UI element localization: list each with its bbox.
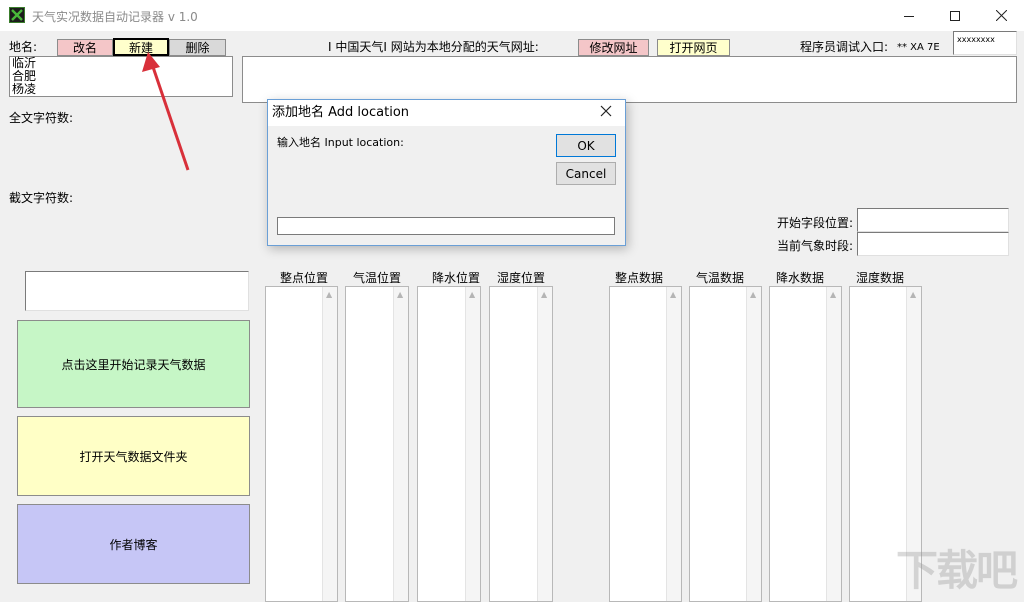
cut-text-count-label: 截文字符数: (9, 191, 74, 205)
scroll-up-icon[interactable]: ▲ (910, 290, 916, 299)
weather-url-label: I 中国天气I 网站为本地分配的天气网址: (328, 40, 539, 54)
close-icon (995, 10, 1007, 21)
debug-input-value: xxxxxxxx (957, 35, 995, 44)
close-button[interactable] (978, 0, 1024, 31)
current-period-input[interactable] (857, 232, 1009, 256)
hour-position-list[interactable]: ▲ (265, 286, 338, 602)
author-blog-button[interactable]: 作者博客 (17, 504, 250, 584)
debug-input[interactable]: xxxxxxxx (953, 31, 1017, 55)
precipitation-data-list[interactable]: ▲ (769, 286, 842, 602)
dialog-close-button[interactable] (600, 105, 612, 120)
temperature-data-list[interactable]: ▲ (689, 286, 762, 602)
column-header: 整点数据 (615, 271, 664, 285)
scroll-up-icon[interactable]: ▲ (541, 290, 547, 299)
column-header: 湿度数据 (856, 271, 905, 285)
scrollbar[interactable]: ▲ (537, 287, 552, 601)
rename-button[interactable]: 改名 (57, 39, 113, 56)
close-icon (600, 105, 612, 117)
column-header: 气温数据 (696, 271, 745, 285)
cancel-button[interactable]: Cancel (556, 162, 616, 185)
scrollbar[interactable]: ▲ (746, 287, 761, 601)
scrollbar[interactable]: ▲ (666, 287, 681, 601)
minimize-icon (904, 15, 914, 17)
precipitation-position-list[interactable]: ▲ (417, 286, 481, 602)
add-location-dialog: 添加地名 Add location 输入地名 Input location: O… (267, 99, 626, 246)
scroll-up-icon[interactable]: ▲ (750, 290, 756, 299)
dialog-title: 添加地名 Add location (272, 105, 410, 120)
annotation-arrow-icon (142, 52, 190, 171)
scroll-up-icon[interactable]: ▲ (326, 290, 332, 299)
location-input[interactable] (277, 217, 615, 235)
open-folder-button[interactable]: 打开天气数据文件夹 (17, 416, 250, 496)
app-icon (9, 7, 25, 23)
start-field-position-label: 开始字段位置: (777, 216, 854, 230)
scroll-up-icon[interactable]: ▲ (469, 290, 475, 299)
edit-url-button[interactable]: 修改网址 (578, 39, 649, 56)
column-header: 降水位置 (432, 271, 481, 285)
dialog-prompt: 输入地名 Input location: (277, 136, 404, 149)
watermark-logo: 下载吧 (895, 546, 1018, 595)
column-header: 整点位置 (280, 271, 329, 285)
start-field-position-input[interactable] (857, 208, 1009, 232)
scrollbar[interactable]: ▲ (826, 287, 841, 601)
minimize-button[interactable] (886, 0, 932, 31)
current-period-label: 当前气象时段: (777, 239, 854, 253)
window-title: 天气实况数据自动记录器 v 1.0 (32, 10, 198, 24)
maximize-button[interactable] (932, 0, 978, 31)
column-header: 降水数据 (776, 271, 825, 285)
place-label: 地名: (9, 40, 38, 54)
ok-button[interactable]: OK (556, 134, 616, 157)
open-page-button[interactable]: 打开网页 (657, 39, 730, 56)
column-header: 湿度位置 (497, 271, 546, 285)
debug-label: 程序员调试入口: (800, 40, 889, 54)
scrollbar[interactable]: ▲ (322, 287, 337, 601)
scroll-up-icon[interactable]: ▲ (830, 290, 836, 299)
maximize-icon (950, 10, 960, 21)
debug-value: ** XA 7E (897, 42, 940, 53)
scrollbar[interactable]: ▲ (465, 287, 480, 601)
start-record-button[interactable]: 点击这里开始记录天气数据 (17, 320, 250, 408)
column-header: 气温位置 (353, 271, 402, 285)
temperature-position-list[interactable]: ▲ (345, 286, 409, 602)
hour-data-list[interactable]: ▲ (609, 286, 682, 602)
scroll-up-icon[interactable]: ▲ (670, 290, 676, 299)
scrollbar[interactable]: ▲ (393, 287, 408, 601)
weather-url-field[interactable] (242, 56, 1017, 103)
scroll-up-icon[interactable]: ▲ (397, 290, 403, 299)
status-field[interactable] (25, 271, 249, 311)
full-text-count-label: 全文字符数: (9, 111, 74, 125)
humidity-position-list[interactable]: ▲ (489, 286, 553, 602)
